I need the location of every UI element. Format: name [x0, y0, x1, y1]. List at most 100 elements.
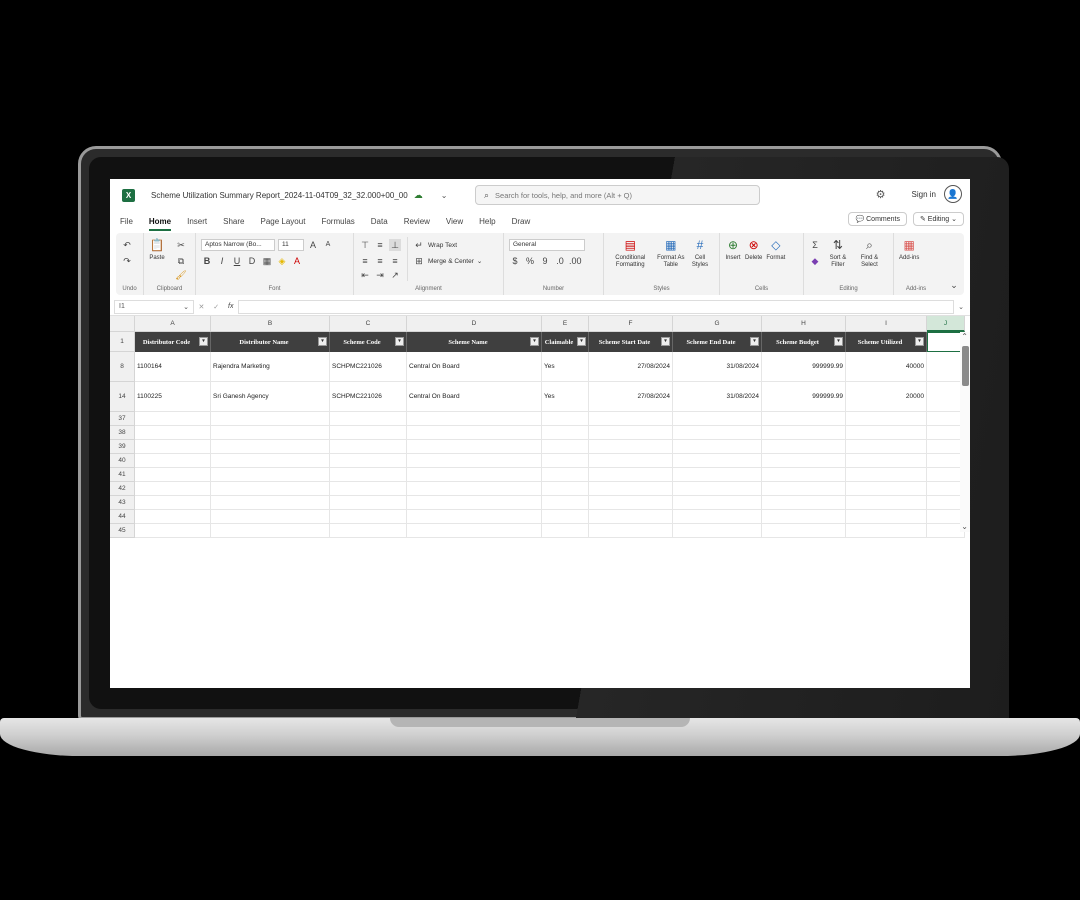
paste-button[interactable]: 📋 Paste	[149, 237, 165, 281]
grid-cell[interactable]	[211, 510, 330, 524]
table-cell[interactable]: Central On Board	[407, 352, 542, 382]
filter-dropdown-icon[interactable]: ▾	[199, 337, 208, 346]
align-right-icon[interactable]: ≡	[389, 255, 401, 267]
grid-cell[interactable]	[673, 440, 762, 454]
bold-icon[interactable]: B	[201, 255, 213, 267]
grid-cell[interactable]	[673, 482, 762, 496]
find-select-button[interactable]: ⌕ Find & Select	[855, 237, 884, 269]
double-underline-icon[interactable]: D	[246, 255, 258, 267]
grid-cell[interactable]	[211, 482, 330, 496]
grid-cell[interactable]	[542, 510, 589, 524]
grid-cell[interactable]	[673, 496, 762, 510]
grid-cell[interactable]	[846, 440, 927, 454]
grid-cell[interactable]	[135, 482, 211, 496]
tab-review[interactable]: Review	[404, 217, 430, 226]
grid-cell[interactable]	[762, 482, 846, 496]
filter-dropdown-icon[interactable]: ▾	[915, 337, 924, 346]
format-as-table-button[interactable]: ▦ Format As Table	[656, 237, 686, 269]
row-header[interactable]: 37	[110, 412, 135, 426]
tab-view[interactable]: View	[446, 217, 463, 226]
table-header-cell[interactable]: Claimable ▾	[542, 332, 589, 352]
select-all-corner[interactable]	[110, 316, 135, 332]
decrease-indent-icon[interactable]: ⇤	[359, 269, 371, 281]
decrease-font-icon[interactable]: A	[322, 239, 334, 251]
grid-cell[interactable]	[846, 426, 927, 440]
grid-cell[interactable]	[846, 468, 927, 482]
column-header[interactable]: I	[846, 316, 927, 332]
row-header[interactable]: 45	[110, 524, 135, 538]
scroll-left-icon[interactable]: ‹	[137, 535, 140, 538]
tab-data[interactable]: Data	[371, 217, 388, 226]
filter-dropdown-icon[interactable]: ▾	[530, 337, 539, 346]
fill-color-icon[interactable]: ◈	[276, 255, 288, 267]
grid-cell[interactable]	[589, 496, 673, 510]
number-format-select[interactable]: General	[509, 239, 585, 251]
scroll-down-icon[interactable]: ⌄	[961, 522, 968, 531]
grid-cell[interactable]	[135, 440, 211, 454]
row-header[interactable]: 41	[110, 468, 135, 482]
column-header[interactable]: H	[762, 316, 846, 332]
cancel-icon[interactable]: ✕	[198, 303, 204, 311]
vertical-scrollbar[interactable]	[960, 332, 970, 532]
tab-formulas[interactable]: Formulas	[321, 217, 354, 226]
row-header[interactable]: 8	[110, 352, 135, 382]
grid-cell[interactable]	[407, 440, 542, 454]
grid-cell[interactable]	[542, 454, 589, 468]
grid-cell[interactable]	[762, 454, 846, 468]
grid-cell[interactable]	[407, 496, 542, 510]
align-top-icon[interactable]: ⊤	[359, 239, 371, 251]
format-cells-button[interactable]: ◇ Format	[766, 237, 785, 262]
grid-cell[interactable]	[330, 440, 407, 454]
grid-cell[interactable]	[589, 426, 673, 440]
cut-icon[interactable]: ✂	[175, 239, 187, 251]
currency-icon[interactable]: $	[509, 255, 521, 267]
grid-cell[interactable]	[135, 510, 211, 524]
table-cell[interactable]: Rajendra Marketing	[211, 352, 330, 382]
row-header[interactable]: 40	[110, 454, 135, 468]
conditional-formatting-button[interactable]: ▤ Conditional Formatting	[609, 237, 652, 269]
underline-icon[interactable]: U	[231, 255, 243, 267]
delete-cells-button[interactable]: ⊗ Delete	[745, 237, 762, 262]
grid-cell[interactable]	[407, 454, 542, 468]
table-cell[interactable]: SCHPMC221026	[330, 352, 407, 382]
grid-cell[interactable]	[407, 426, 542, 440]
grid-cell[interactable]	[211, 454, 330, 468]
tab-page-layout[interactable]: Page Layout	[261, 217, 306, 226]
grid-cell[interactable]	[330, 468, 407, 482]
gear-icon[interactable]: ⚙	[876, 188, 886, 201]
tab-file[interactable]: File	[120, 217, 133, 226]
grid-cell[interactable]	[673, 454, 762, 468]
grid-cell[interactable]	[135, 426, 211, 440]
grid-cell[interactable]	[673, 468, 762, 482]
orientation-icon[interactable]: ↗	[389, 269, 401, 281]
grid-cell[interactable]	[673, 510, 762, 524]
comments-button[interactable]: 💬 Comments	[848, 212, 907, 226]
grid-cell[interactable]	[330, 412, 407, 426]
table-cell[interactable]: Yes	[542, 382, 589, 412]
addins-button[interactable]: ▦ Add-ins	[899, 237, 919, 262]
grid-cell[interactable]	[211, 440, 330, 454]
table-header-cell[interactable]: Scheme Utilized ▾	[846, 332, 927, 352]
align-middle-icon[interactable]: ≡	[374, 239, 386, 251]
redo-icon[interactable]: ↷	[121, 255, 133, 267]
grid-cell[interactable]	[589, 468, 673, 482]
undo-icon[interactable]: ↶	[121, 239, 133, 251]
grid-cell[interactable]	[330, 454, 407, 468]
table-cell[interactable]: 999999.99	[762, 352, 846, 382]
row-header[interactable]: 1	[110, 332, 135, 352]
filter-dropdown-icon[interactable]: ▾	[395, 337, 404, 346]
increase-decimal-icon[interactable]: .0	[554, 255, 566, 267]
row-header[interactable]: 43	[110, 496, 135, 510]
table-cell[interactable]: 31/08/2024	[673, 352, 762, 382]
grid-cell[interactable]	[846, 454, 927, 468]
table-cell[interactable]: Central On Board	[407, 382, 542, 412]
formula-input[interactable]	[238, 299, 955, 314]
row-header[interactable]: 38	[110, 426, 135, 440]
grid-cell[interactable]	[762, 412, 846, 426]
column-header[interactable]: B	[211, 316, 330, 332]
grid-cell[interactable]	[589, 454, 673, 468]
chevron-down-icon[interactable]: ⌄	[441, 191, 448, 200]
row-header[interactable]: 42	[110, 482, 135, 496]
grid-cell[interactable]	[589, 440, 673, 454]
increase-font-icon[interactable]: A	[307, 239, 319, 251]
